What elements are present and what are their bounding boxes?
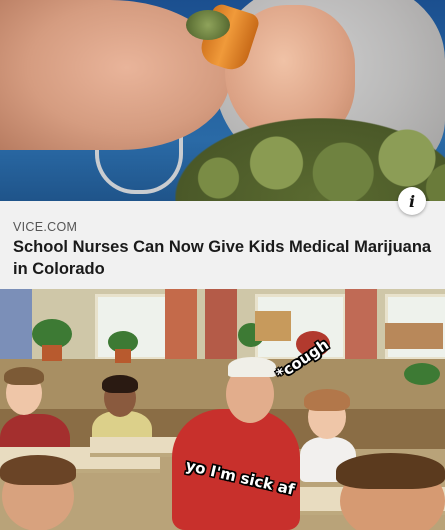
info-glyph: i [408,191,416,211]
student-hair [102,375,138,393]
info-icon[interactable]: i [398,187,426,215]
article-caption[interactable]: VICE.COM School Nurses Can Now Give Kids… [0,201,445,289]
potted-plant [404,363,440,385]
foreground-student-hair [0,455,76,485]
plant-pot [42,345,62,361]
plant-pot [115,349,131,363]
cannabis-bud [186,10,230,40]
bottom-photo-classroom [0,289,445,530]
article-source: VICE.COM [13,220,78,234]
curtain [0,289,32,369]
curtain [165,289,197,369]
top-photo-medical-marijuana [0,0,445,201]
foreground-student-hair [336,453,445,489]
model-house [385,323,443,349]
student-hair [4,367,44,385]
article-headline[interactable]: School Nurses Can Now Give Kids Medical … [13,236,433,280]
curtain [345,289,377,369]
student-hair [304,389,350,411]
curtain [205,289,237,369]
man-cap [228,357,276,377]
model-house [255,311,291,341]
